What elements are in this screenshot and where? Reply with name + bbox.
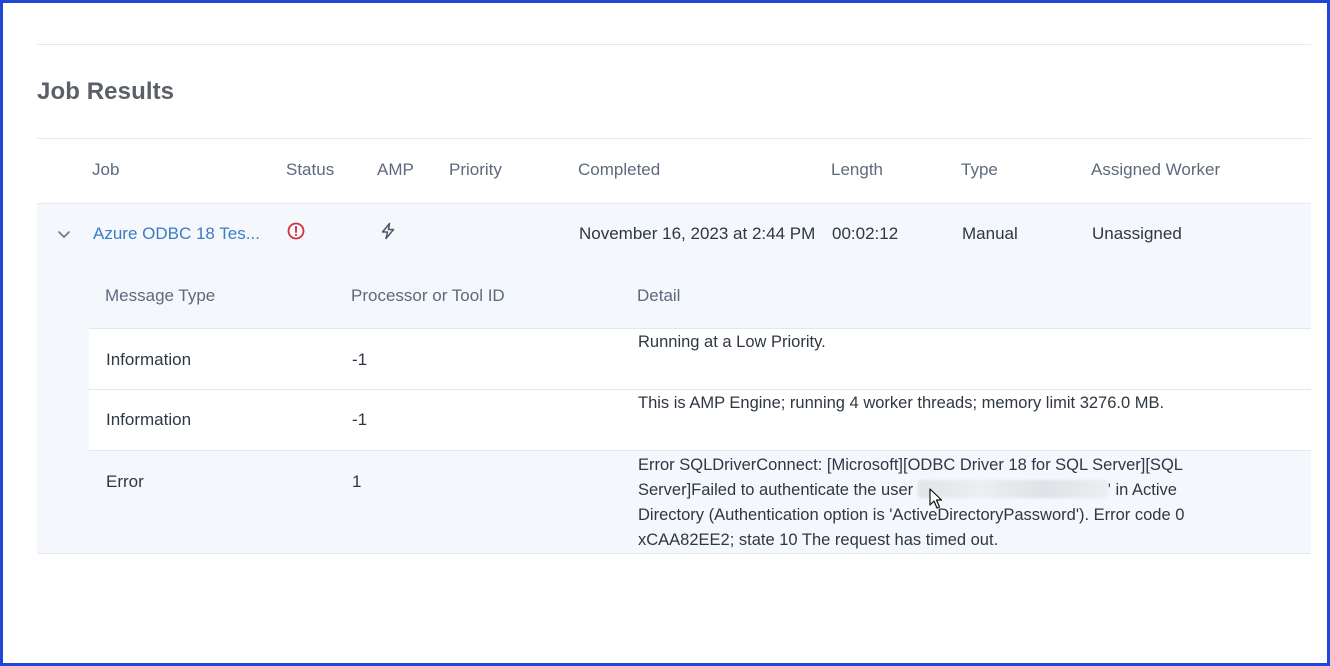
- message-detail: This is AMP Engine; running 4 worker thr…: [638, 394, 1165, 412]
- column-header-status[interactable]: Status: [286, 160, 334, 180]
- column-header-job[interactable]: Job: [92, 160, 119, 180]
- message-type: Information: [106, 410, 192, 429]
- divider: [89, 450, 1311, 451]
- job-type: Manual: [962, 224, 1018, 243]
- job-assigned-worker: Unassigned: [1092, 224, 1182, 243]
- message-detail: Error SQLDriverConnect: [Microsoft][ODBC…: [638, 453, 1190, 553]
- column-header-amp[interactable]: AMP: [377, 160, 414, 180]
- processor-id: 1: [352, 472, 362, 491]
- job-completed: November 16, 2023 at 2:44 PM: [579, 224, 816, 243]
- column-header-processor-id: Processor or Tool ID: [351, 286, 505, 305]
- divider: [37, 138, 1311, 139]
- message-type: Information: [106, 350, 192, 369]
- job-name-link[interactable]: Azure ODBC 18 Tes...: [93, 224, 260, 244]
- divider: [37, 44, 1311, 45]
- column-header-detail: Detail: [637, 286, 681, 305]
- chevron-down-icon[interactable]: [54, 224, 74, 244]
- processor-id: -1: [352, 410, 368, 429]
- error-circle-icon: [286, 221, 306, 241]
- column-header-assigned-worker[interactable]: Assigned Worker: [1091, 160, 1220, 180]
- page-title: Job Results: [37, 78, 175, 105]
- mouse-cursor-icon: [929, 488, 943, 510]
- job-length: 00:02:12: [832, 224, 899, 243]
- column-header-type[interactable]: Type: [961, 160, 998, 180]
- column-header-message-type: Message Type: [105, 286, 216, 305]
- message-type: Error: [106, 472, 144, 491]
- column-header-completed[interactable]: Completed: [578, 160, 660, 180]
- column-header-priority[interactable]: Priority: [449, 160, 502, 180]
- column-header-length[interactable]: Length: [831, 160, 883, 180]
- processor-id: -1: [352, 350, 368, 369]
- message-detail: Running at a Low Priority.: [638, 333, 826, 351]
- redacted-username: [917, 480, 1108, 498]
- lightning-bolt-icon: [378, 221, 398, 241]
